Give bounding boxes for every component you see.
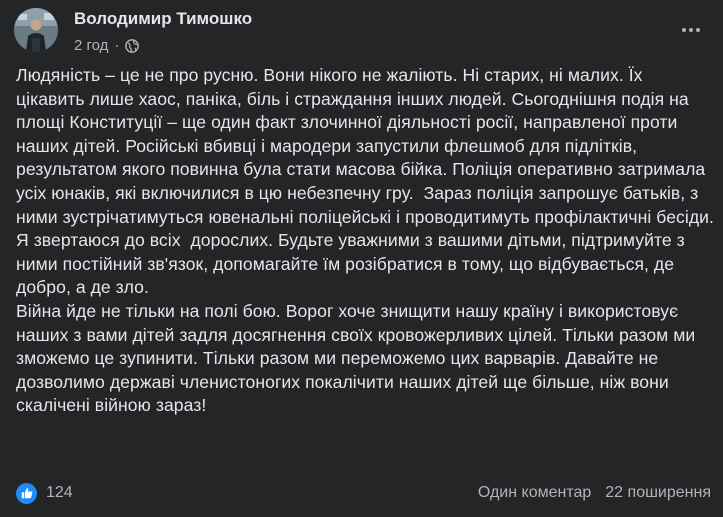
more-options-button[interactable] [673,12,709,48]
post-paragraph: Війна йде не тільки на полі бою. Ворог х… [16,300,701,416]
post-time[interactable]: 2 год [74,37,108,54]
more-dot [696,28,700,32]
like-icon [16,482,37,504]
post-footer: 124 Один коментар 22 поширення [16,480,711,506]
comments-link[interactable]: Один коментар [478,484,591,502]
post-meta: 2 год · [74,37,140,54]
shares-link[interactable]: 22 поширення [605,484,711,502]
more-horizontal-icon [682,28,686,32]
engagement-stats: Один коментар 22 поширення [478,484,711,502]
post-paragraph: Я звертаюся до всіх дорослих. Будьте ува… [16,230,690,298]
facebook-post: Володимир Тимошко 2 год · Людяність – це… [0,0,723,517]
reactions-summary[interactable]: 124 [16,482,73,504]
author-avatar[interactable] [14,8,58,52]
reaction-count: 124 [46,484,73,501]
post-paragraph: Людяність – це не про русню. Вони нікого… [16,65,714,227]
author-name[interactable]: Володимир Тимошко [74,9,252,29]
more-dot [689,28,693,32]
avatar-image [14,8,58,52]
meta-separator: · [114,37,120,54]
post-header: Володимир Тимошко 2 год · [14,8,709,58]
post-body: Людяність – це не про русню. Вони нікого… [16,64,716,418]
globe-icon [125,38,140,53]
